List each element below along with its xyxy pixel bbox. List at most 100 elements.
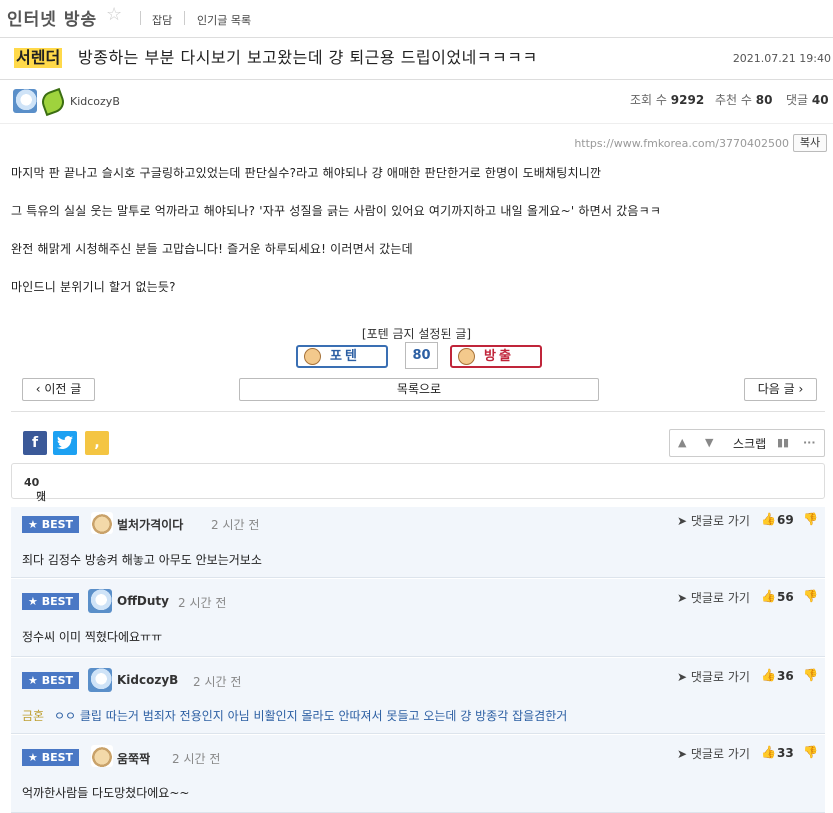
comment-votes: 33	[777, 746, 794, 760]
divider	[11, 411, 825, 412]
comment-item: ★ BEST KidcozyB 2 시간 전 ➤ 댓글로 가기 👍 36 👎 금…	[11, 658, 825, 734]
goto-comment-link[interactable]: ➤ 댓글로 가기	[677, 745, 750, 762]
comment-item: ★ BEST OffDuty 2 시간 전 ➤ 댓글로 가기 👍 56 👎 정수…	[11, 579, 825, 657]
author-name[interactable]: KidcozyB	[70, 95, 120, 108]
arrow-down-icon[interactable]: ▼	[705, 436, 713, 449]
commenter-avatar[interactable]	[91, 745, 113, 767]
best-badge: ★ BEST	[22, 672, 79, 689]
goto-comment-link[interactable]: ➤ 댓글로 가기	[677, 668, 750, 685]
post-category[interactable]: 서렌더	[14, 48, 63, 68]
scrap-button[interactable]: 스크랩	[733, 435, 766, 452]
post-body-paragraph: 그 특유의 실실 웃는 말투로 억까라고 해야되나? '자꾸 성질을 긁는 사람…	[11, 204, 662, 218]
downvote-label: 방출	[484, 349, 514, 364]
commenter-avatar[interactable]	[88, 668, 112, 692]
copy-url-button[interactable]: 복사	[793, 134, 827, 152]
best-badge: ★ BEST	[22, 593, 79, 610]
goto-label: 댓글로 가기	[690, 670, 750, 684]
chevron-left-icon: ‹	[35, 382, 41, 396]
chart-icon[interactable]: ▮▮	[777, 436, 789, 449]
nav-link-popular[interactable]: 인기글 목록	[197, 12, 251, 28]
post-body-paragraph: 마인드니 분위기니 할거 없는듯?	[11, 280, 176, 294]
thumbs-up-icon[interactable]: 👍	[761, 512, 776, 526]
comment-item: ★ BEST 벌처가격이다 2 시간 전 ➤ 댓글로 가기 👍 69 👎 죄다 …	[11, 507, 825, 578]
vote-notice: [포텐 금지 설정된 글]	[361, 327, 472, 341]
post-title: 방종하는 부분 다시보기 보고왔는데 걍 퇴근용 드립이었네ㅋㅋㅋㅋ	[78, 48, 538, 67]
post-title-row: 서렌더 방종하는 부분 다시보기 보고왔는데 걍 퇴근용 드립이었네ㅋㅋㅋㅋ 2…	[0, 38, 833, 80]
twitter-share-icon[interactable]	[53, 431, 77, 455]
kakao-share-icon[interactable]: ,	[85, 431, 109, 455]
comment-votes: 56	[777, 590, 794, 604]
comments-meta: 댓글 40	[786, 91, 829, 108]
commenter-name[interactable]: KidcozyB	[117, 673, 178, 687]
thumbs-down-icon[interactable]: 👎	[803, 589, 818, 603]
send-icon: ➤	[677, 514, 688, 528]
more-icon[interactable]: ···	[803, 436, 816, 449]
next-label: 다음 글	[757, 382, 795, 396]
views-count: 9292	[670, 93, 705, 107]
star-icon[interactable]: ☆	[106, 4, 122, 25]
face-icon	[304, 348, 321, 365]
reply-target[interactable]: 금혼	[22, 707, 44, 724]
send-icon: ➤	[677, 591, 688, 605]
goto-comment-link[interactable]: ➤ 댓글로 가기	[677, 512, 750, 529]
comments-total: 댓글 40 개	[24, 476, 46, 519]
arrow-up-icon[interactable]: ▲	[678, 436, 686, 449]
goto-label: 댓글로 가기	[690, 747, 750, 761]
comment-text: 정수씨 이미 찍혔다에요ㅠㅠ	[22, 630, 163, 644]
thumbs-up-icon[interactable]: 👍	[761, 745, 776, 759]
best-badge: ★ BEST	[22, 516, 79, 533]
comment-votes: 36	[777, 669, 794, 683]
best-label: BEST	[41, 595, 74, 608]
best-label: BEST	[41, 518, 74, 531]
chevron-right-icon: ›	[798, 382, 804, 396]
likes-label: 추천 수	[715, 93, 752, 107]
commenter-name[interactable]: OffDuty	[117, 594, 169, 608]
nav-link-chat[interactable]: 잡담	[152, 12, 172, 28]
list-button[interactable]: 목록으로	[239, 378, 599, 401]
comment-text: 죄다 김정수 방송켜 해놓고 아무도 안보는거보소	[22, 553, 262, 567]
commenter-name[interactable]: 벌처가격이다	[117, 516, 183, 533]
comment-time: 2 시간 전	[178, 596, 227, 610]
comment-time: 2 시간 전	[211, 518, 260, 532]
facebook-share-icon[interactable]: f	[23, 431, 47, 455]
post-body-paragraph: 완전 해맑게 시청해주신 분들 고맙습니다! 즐거운 하루되세요! 이러면서 갔…	[11, 242, 413, 256]
post-url[interactable]: https://www.fmkorea.com/3770402500	[574, 137, 789, 150]
goto-label: 댓글로 가기	[690, 591, 750, 605]
comments-label: 댓글	[786, 93, 809, 107]
vote-count: 80	[405, 342, 438, 369]
thumbs-up-icon[interactable]: 👍	[761, 589, 776, 603]
upvote-button[interactable]: 포텐	[296, 345, 388, 368]
nav-divider	[184, 11, 185, 25]
thumbs-down-icon[interactable]: 👎	[803, 668, 818, 682]
next-post-button[interactable]: 다음 글 ›	[744, 378, 817, 401]
comment-text: ㅇㅇ 클립 따는거 범죄자 전용인지 아님 비활인지 몰라도 안따져서 못들고 …	[54, 709, 568, 723]
views-meta: 조회 수 9292	[630, 91, 704, 108]
post-body-paragraph: 마지막 판 끝나고 슬시호 구글링하고있었는데 판단실수?라고 해야되나 걍 애…	[11, 166, 602, 180]
comments-suffix: 개	[36, 490, 47, 503]
commenter-name[interactable]: 움쭉짝	[117, 750, 150, 767]
board-nav: 인터넷 방송 ☆ 잡담 인기글 목록	[0, 0, 833, 38]
upvote-label: 포텐	[330, 349, 360, 364]
comment-text: 억까한사람들 다도망쳤다에요~~	[22, 786, 190, 800]
goto-comment-link[interactable]: ➤ 댓글로 가기	[677, 589, 750, 606]
comment-votes: 69	[777, 513, 794, 527]
thumbs-down-icon[interactable]: 👎	[803, 512, 818, 526]
comment-time: 2 시간 전	[172, 752, 221, 766]
comments-count: 40	[811, 93, 829, 107]
prev-post-button[interactable]: ‹ 이전 글	[22, 378, 95, 401]
likes-meta: 추천 수 80	[715, 91, 772, 108]
views-label: 조회 수	[630, 93, 667, 107]
author-avatar[interactable]	[13, 89, 37, 113]
commenter-avatar[interactable]	[88, 589, 112, 613]
best-badge: ★ BEST	[22, 749, 79, 766]
author-row	[0, 80, 833, 124]
comment-time: 2 시간 전	[193, 675, 242, 689]
downvote-button[interactable]: 방출	[450, 345, 542, 368]
tool-box: ▲ ▼ 스크랩 ▮▮ ···	[669, 429, 825, 457]
commenter-avatar[interactable]	[91, 512, 113, 534]
prev-label: 이전 글	[44, 382, 82, 396]
post-date: 2021.07.21 19:40	[732, 52, 831, 65]
thumbs-down-icon[interactable]: 👎	[803, 745, 818, 759]
board-title[interactable]: 인터넷 방송	[7, 5, 97, 30]
thumbs-up-icon[interactable]: 👍	[761, 668, 776, 682]
